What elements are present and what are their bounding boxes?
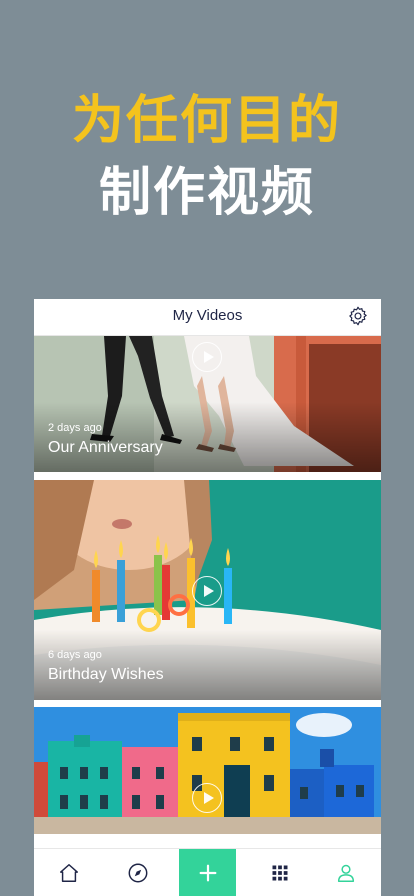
tab-bar	[34, 848, 381, 896]
video-card-anniversary[interactable]: 2 days ago Our Anniversary	[34, 336, 381, 472]
tab-explore[interactable]	[115, 849, 161, 896]
app-screen: My Videos 2 days ago Our Anniversary 6 d…	[34, 299, 381, 896]
gear-icon[interactable]	[347, 305, 369, 327]
plus-icon	[199, 864, 216, 882]
video-title: Our Anniversary	[48, 439, 163, 456]
page-title: My Videos	[172, 307, 243, 324]
video-time: 2 days ago	[48, 422, 102, 434]
play-icon[interactable]	[192, 342, 222, 372]
grid-icon	[272, 865, 288, 881]
video-card-houses[interactable]	[34, 707, 381, 834]
tab-templates[interactable]	[257, 849, 303, 896]
video-title: Birthday Wishes	[48, 666, 164, 683]
video-time: 6 days ago	[48, 649, 102, 661]
compass-icon	[128, 863, 148, 883]
card-gradient	[34, 402, 381, 472]
promo-headline-line2: 制作视频	[98, 163, 315, 223]
houses-photo	[34, 707, 381, 834]
tab-add[interactable]	[179, 849, 236, 896]
tab-home[interactable]	[46, 849, 92, 896]
tab-profile[interactable]	[323, 849, 369, 896]
top-bar: My Videos	[34, 299, 381, 336]
profile-icon	[337, 864, 355, 882]
play-icon[interactable]	[192, 576, 222, 606]
card-gradient	[34, 630, 381, 700]
promo-headline-line1: 为任何目的	[71, 91, 342, 151]
video-card-birthday[interactable]: 6 days ago Birthday Wishes	[34, 480, 381, 700]
home-icon	[60, 864, 78, 882]
play-icon[interactable]	[192, 783, 222, 813]
